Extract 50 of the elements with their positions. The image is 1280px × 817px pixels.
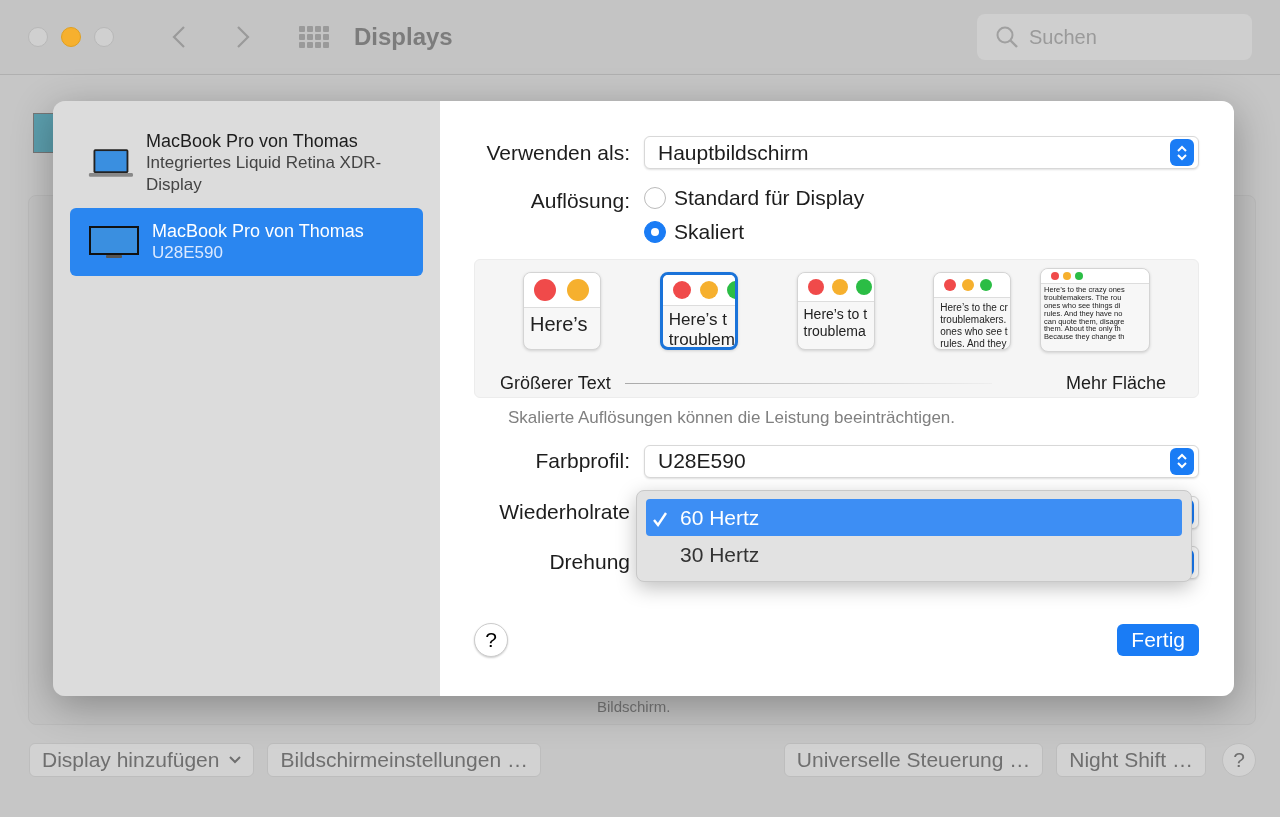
minimize-window-button[interactable] [61,27,81,47]
radio-button[interactable] [644,187,666,209]
stepper-icon [1170,447,1194,475]
window-buttons-icon [934,273,1011,298]
radio-label: Standard für Display [674,185,865,212]
chevron-down-icon [229,756,242,764]
window-title: Displays [354,22,453,52]
laptop-icon [88,147,134,179]
display-detail: U28E590 [152,242,224,264]
field-label: Auflösung: [529,188,630,214]
checkmark-icon [652,511,668,528]
field-label: Wiederholrate [498,499,630,526]
scale-label: Größerer Text [500,372,611,395]
radio-button[interactable] [644,221,666,243]
zoom-window-button[interactable] [94,27,114,47]
window-buttons-icon [662,275,735,306]
field-label: Drehung [548,549,630,576]
display-list-item[interactable]: MacBook Pro von Thomas Integriertes Liquid Retina XDR-Display [70,125,423,201]
done-button[interactable]: Fertig [1117,623,1199,656]
scaling-preview[interactable]: Here’s to t troublema [796,272,875,350]
display-name: MacBook Pro von Thomas [145,130,359,152]
radio-label: Skaliert [674,219,745,246]
forward-icon[interactable] [236,25,250,49]
display-name: MacBook Pro von Thomas [152,220,364,242]
hint-text: Bildschirm. [597,698,671,715]
monitor-icon [88,225,140,259]
stepper-icon [1170,139,1194,166]
use-as-select[interactable]: Hauptbildschirm [644,136,1199,169]
scaling-preview[interactable]: Here’s [523,272,601,350]
field-label: Farbprofil: [534,448,630,475]
display-list-item[interactable]: MacBook Pro von Thomas U28E590 [70,208,423,276]
back-icon[interactable] [172,25,186,49]
preview-text: Here’s to the cr troublemakers. ones who see t rules. And they [939,301,1009,349]
color-profile-select[interactable]: U28E590 [644,444,1199,478]
close-window-button[interactable] [28,27,48,47]
field-label: Verwenden als: [485,139,630,166]
window-buttons-icon [524,273,600,308]
scaling-preview[interactable]: Here’s to the cr troublemakers. ones who see t rules. And they [933,272,1012,350]
scaling-preview[interactable]: Here’s t troublem [659,272,738,350]
preview-text: Here’s t troublem [667,309,735,347]
preview-text: Here’s [529,312,589,337]
window-buttons-icon [797,273,874,302]
display-detail: Integriertes Liquid Retina XDR-Display [145,152,383,196]
window-buttons-icon [1041,269,1149,284]
menu-item[interactable]: 30 Hertz [646,536,1182,573]
scale-label: Mehr Fläche [1065,372,1166,395]
preview-text: Here’s to t troublema [802,305,869,341]
hint-text: Skalierte Auflösungen können die Leistung beeinträchtigen. [508,407,957,429]
help-button[interactable]: ? [474,622,508,657]
grid-icon[interactable] [298,25,330,49]
